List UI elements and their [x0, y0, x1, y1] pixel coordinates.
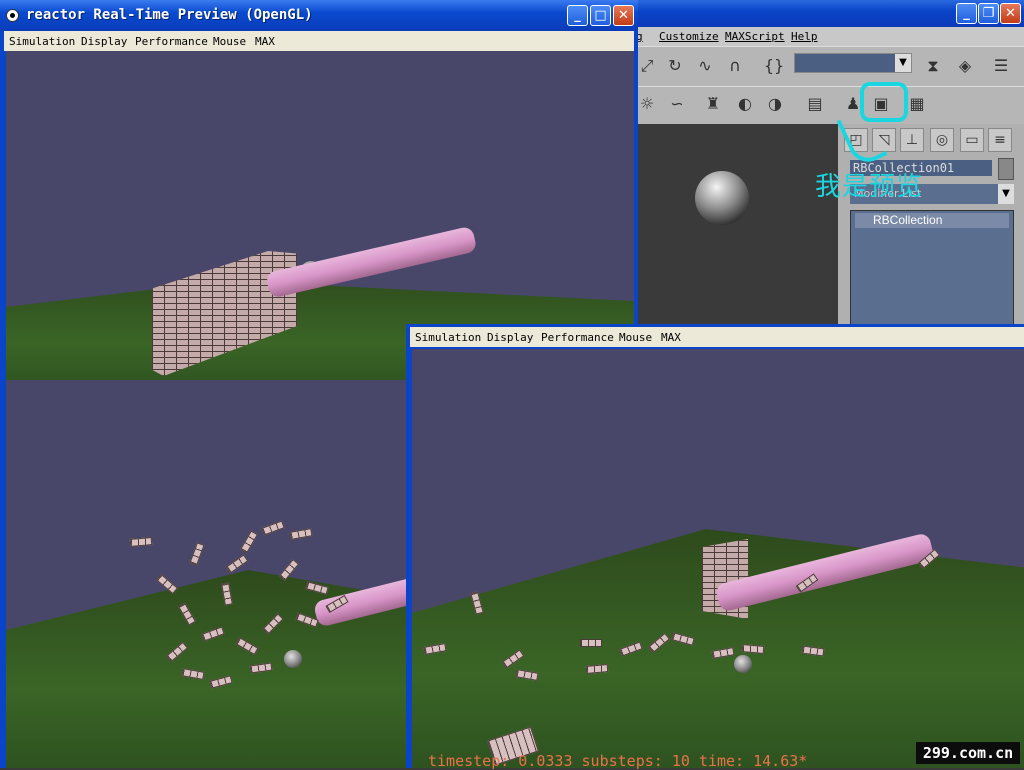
menu-simulation[interactable]: Simulation	[9, 35, 75, 48]
menu-item-maxscript[interactable]: MAXScript	[725, 30, 785, 43]
brick	[289, 528, 313, 540]
annotation-text: 我是预览	[815, 172, 924, 202]
snap-icon[interactable]: ∿	[694, 55, 716, 77]
menu-performance[interactable]: Performance	[135, 35, 208, 48]
object-color-swatch[interactable]	[998, 158, 1014, 180]
max-titlebar: _ ❐ ✕	[630, 0, 1024, 27]
modifier-stack-item[interactable]: RBCollection	[855, 213, 1009, 228]
minimize-button[interactable]: _	[567, 5, 588, 26]
menu-item-customize[interactable]: Customize	[659, 30, 719, 43]
brick	[225, 554, 249, 574]
menu-display[interactable]: Display	[81, 35, 127, 48]
rotate-icon[interactable]: ↻	[664, 55, 686, 77]
reactor-menubar: Simulation Display Performance Mouse MAX	[410, 327, 1024, 347]
display-tab-icon[interactable]: ▭	[960, 128, 984, 152]
menu-simulation[interactable]: Simulation	[415, 331, 481, 344]
sphere-ball	[734, 655, 752, 673]
magnet-icon[interactable]: ∩	[724, 55, 746, 77]
watermark: 299.com.cn	[916, 742, 1020, 764]
quick-render-icon[interactable]: ▦	[906, 93, 928, 115]
reactor-app-icon	[6, 9, 19, 22]
menu-item-help[interactable]: Help	[791, 30, 818, 43]
max-viewport[interactable]	[636, 124, 838, 330]
window-title: reactor Real-Time Preview (OpenGL)	[26, 7, 313, 23]
close-button[interactable]: ✕	[613, 5, 634, 26]
reactor-preview-window-2: Simulation Display Performance Mouse MAX…	[406, 324, 1024, 770]
brick	[189, 542, 205, 566]
utilities-tab-icon[interactable]: ≡	[988, 128, 1012, 152]
menu-mouse[interactable]: Mouse	[213, 35, 246, 48]
preview-viewport-impact[interactable]	[6, 380, 410, 768]
sphere-ball	[284, 650, 302, 668]
restore-button[interactable]: ❐	[978, 3, 999, 24]
menu-max[interactable]: MAX	[661, 331, 681, 344]
material-editor-icon[interactable]: ◐	[734, 93, 756, 115]
chevron-down-icon[interactable]: ▼	[895, 54, 911, 72]
max-menubar: g Customize MAXScript Help	[636, 27, 1024, 46]
menu-performance[interactable]: Performance	[541, 331, 614, 344]
menu-display[interactable]: Display	[487, 331, 533, 344]
secondary-toolbar: ☼ ∽ ♜ ◐ ◑ ▤ ♟ ▣ ▦	[636, 86, 1024, 125]
curly-icon[interactable]: {}	[763, 55, 785, 77]
brick	[261, 520, 285, 536]
brick	[240, 530, 258, 554]
schematic-icon[interactable]: ∽	[666, 93, 688, 115]
maximize-button[interactable]: □	[590, 5, 611, 26]
reactor-menubar: Simulation Display Performance Mouse MAX	[4, 31, 634, 51]
hierarchy-tab-icon[interactable]: ⊥	[900, 128, 924, 152]
chevron-down-icon[interactable]: ▼	[998, 184, 1014, 204]
reactor-titlebar[interactable]: reactor Real-Time Preview (OpenGL) _ □ ✕	[0, 0, 638, 31]
material-browser-icon[interactable]: ◑	[764, 93, 786, 115]
close-button[interactable]: ✕	[1000, 3, 1021, 24]
modifier-stack: RBCollection	[850, 210, 1014, 330]
curve-editor-icon[interactable]: ☼	[636, 93, 658, 115]
preview-viewport-aftermath[interactable]	[412, 349, 1024, 768]
brick	[580, 639, 602, 647]
menu-max[interactable]: MAX	[255, 35, 275, 48]
motion-tab-icon[interactable]: ◎	[930, 128, 954, 152]
brick	[129, 537, 153, 547]
material-icon[interactable]: ♜	[702, 93, 724, 115]
main-toolbar: ⤢ ↻ ∿ ∩ {} ▼ ⧗ ◈ ☰	[636, 46, 1024, 87]
layers-icon[interactable]: ☰	[990, 55, 1012, 77]
simulation-status: timestep: 0.0333 substeps: 10 time: 14.6…	[428, 752, 808, 770]
select-move-icon[interactable]: ⤢	[636, 55, 658, 77]
named-selection-dropdown[interactable]: ▼	[794, 53, 912, 73]
align-icon[interactable]: ◈	[954, 55, 976, 77]
minimize-button[interactable]: _	[956, 3, 977, 24]
render-setup-icon[interactable]: ▤	[804, 93, 826, 115]
sphere-object	[695, 171, 749, 225]
menu-mouse[interactable]: Mouse	[619, 331, 652, 344]
mirror-icon[interactable]: ⧗	[922, 55, 944, 77]
